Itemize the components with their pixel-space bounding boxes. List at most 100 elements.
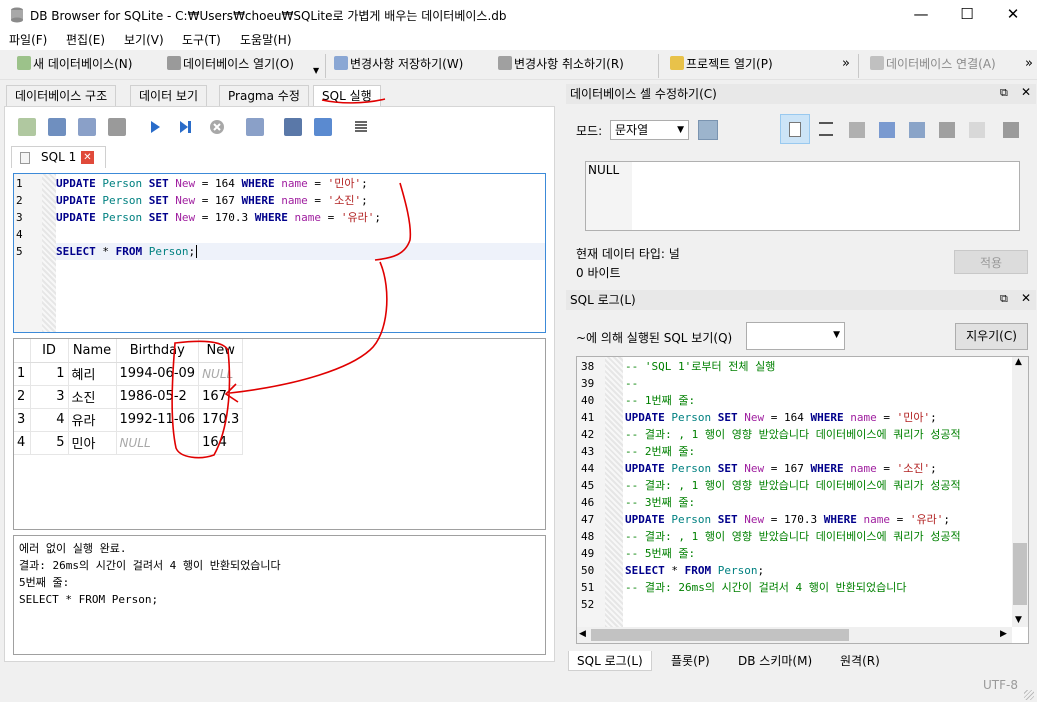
maximize-button[interactable]: ☐ [944,0,990,30]
open-project-button[interactable]: 프로젝트 열기(P) [668,55,773,75]
chevron-down-icon[interactable]: ▼ [313,66,319,75]
table-row[interactable]: 1 1 혜리 1994-06-09 NULL [14,362,244,386]
cell-id[interactable]: 5 [30,431,69,455]
column-header-id[interactable]: ID [30,339,69,363]
cell-name[interactable]: 소진 [68,385,117,409]
cell-name[interactable]: 민아 [68,431,117,455]
cell-birthday[interactable]: 1986-05-2 [116,385,200,409]
cell-new[interactable]: 164 [198,431,244,455]
menu-file[interactable]: 파일(F) [9,31,47,48]
write-changes-button[interactable]: 변경사항 저장하기(W) [332,55,463,75]
menu-edit[interactable]: 편집(E) [66,31,105,48]
tab-sql-log[interactable]: SQL 로그(L) [568,651,652,671]
tab-edit-pragmas[interactable]: Pragma 수정 [219,85,309,106]
text-mode-button[interactable] [780,114,810,144]
table-row[interactable]: 2 3 소진 1986-05-2 167 [14,385,244,409]
row-number[interactable]: 2 [14,385,31,409]
scroll-right-arrow[interactable]: ▶ [1000,629,1007,639]
log-vertical-scrollbar[interactable]: ▲ ▼ [1012,357,1028,627]
revert-changes-button[interactable]: 변경사항 취소하기(R) [496,55,624,75]
cell-birthday[interactable]: 1994-06-09 [116,362,200,386]
sql-editor-tab[interactable]: SQL 1 ✕ [11,146,106,168]
print-icon[interactable] [108,118,126,136]
menu-bar: 파일(F) 편집(E) 보기(V) 도구(T) 도움말(H) [0,30,1037,50]
column-header-name[interactable]: Name [68,339,117,363]
cell-id[interactable]: 1 [30,362,69,386]
execute-all-icon[interactable] [146,118,164,136]
tab-db-schema[interactable]: DB 스키마(M) [730,651,820,671]
attach-database-button[interactable]: 데이터베이스 연결(A) [868,55,996,75]
tab-remote[interactable]: 원격(R) [832,651,888,671]
table-row[interactable]: 4 5 민아 NULL 164 [14,431,244,455]
scrollbar-thumb[interactable] [591,629,849,641]
toolbar-overflow-button-2[interactable]: » [1025,56,1033,71]
execute-line-icon[interactable] [176,118,194,136]
export-icon[interactable] [879,122,895,138]
menu-tools[interactable]: 도구(T) [182,31,221,48]
sql-log-view[interactable]: 38 -- 'SQL 1'로부터 전체 실행 39 -- 40 -- 1번째 줄: 41 UP… [576,356,1029,644]
open-database-button[interactable]: 데이터베이스 열기(O) [165,55,294,75]
row-number[interactable]: 1 [14,362,31,386]
save-results-icon[interactable] [246,118,264,136]
results-grid[interactable]: ID Name Birthday New 1 1 혜리 1994-06-09 N… [13,338,546,530]
cell-name[interactable]: 혜리 [68,362,117,386]
clear-icon[interactable] [969,122,985,138]
image-icon[interactable] [939,122,955,138]
auto-switch-icon[interactable] [698,120,718,140]
cell-value-editor[interactable]: NULL [585,161,1020,231]
apply-button[interactable]: 적용 [954,250,1028,274]
find-icon[interactable] [284,118,302,136]
column-header-birthday[interactable]: Birthday [116,339,200,363]
column-header-new[interactable]: New [198,339,244,363]
scroll-up-arrow[interactable]: ▲ [1015,357,1022,367]
table-row[interactable]: 3 4 유라 1992-11-06 170.3 [14,408,244,432]
scroll-down-arrow[interactable]: ▼ [1015,615,1022,625]
close-button[interactable]: ✕ [990,0,1036,30]
row-number[interactable]: 4 [14,431,31,455]
save-sql-file-icon[interactable] [78,118,96,136]
close-dock-icon[interactable]: ✕ [1021,85,1031,99]
corner-cell[interactable] [14,339,31,363]
cell-new[interactable]: 167 [198,385,244,409]
open-tab-icon[interactable] [18,118,36,136]
tab-browse-data[interactable]: 데이터 보기 [130,85,208,106]
set-null-icon[interactable] [909,122,925,138]
log-horizontal-scrollbar[interactable]: ◀ ▶ [577,627,1012,643]
cell-name[interactable]: 유라 [68,408,117,432]
mode-select[interactable]: 문자열 ▼ [610,120,689,140]
scroll-left-arrow[interactable]: ◀ [579,629,586,639]
comment-icon[interactable] [352,118,370,136]
sql-editor[interactable]: 1 UPDATE Person SET New = 164 WHERE name … [13,173,546,333]
row-number[interactable]: 3 [14,408,31,432]
find-replace-icon[interactable] [314,118,332,136]
tab-execute-sql[interactable]: SQL 실행 [313,85,381,107]
clear-log-button[interactable]: 지우기(C) [955,323,1028,350]
log-line-number: 38 [581,360,595,373]
cell-birthday[interactable]: 1992-11-06 [116,408,200,432]
tab-database-structure[interactable]: 데이터베이스 구조 [6,85,117,106]
menu-view[interactable]: 보기(V) [124,31,164,48]
close-dock-icon[interactable]: ✕ [1021,291,1031,305]
toolbar-overflow-button[interactable]: » [842,56,850,71]
float-dock-icon[interactable]: ⧉ [1000,86,1008,100]
cell-new[interactable]: NULL [198,362,244,386]
cell-new[interactable]: 170.3 [198,408,244,432]
import-icon[interactable] [849,122,865,138]
minimize-button[interactable]: — [898,0,944,30]
float-dock-icon[interactable]: ⧉ [1000,292,1008,306]
word-wrap-icon[interactable] [819,122,833,136]
stop-execution-icon[interactable] [208,118,226,136]
log-line-number: 44 [581,462,595,475]
open-sql-file-icon[interactable] [48,118,66,136]
close-tab-icon[interactable]: ✕ [81,151,94,164]
cell-birthday[interactable]: NULL [116,431,200,455]
cell-id[interactable]: 4 [30,408,69,432]
tab-plot[interactable]: 플롯(P) [663,651,718,671]
print-icon[interactable] [1003,122,1019,138]
menu-help[interactable]: 도움말(H) [240,31,292,48]
cell-id[interactable]: 3 [30,385,69,409]
new-database-button[interactable]: 새 데이터베이스(N) [15,55,132,75]
scrollbar-thumb[interactable] [1013,543,1027,605]
log-filter-select[interactable]: ▼ [746,322,845,350]
resize-grip[interactable] [1024,690,1034,700]
